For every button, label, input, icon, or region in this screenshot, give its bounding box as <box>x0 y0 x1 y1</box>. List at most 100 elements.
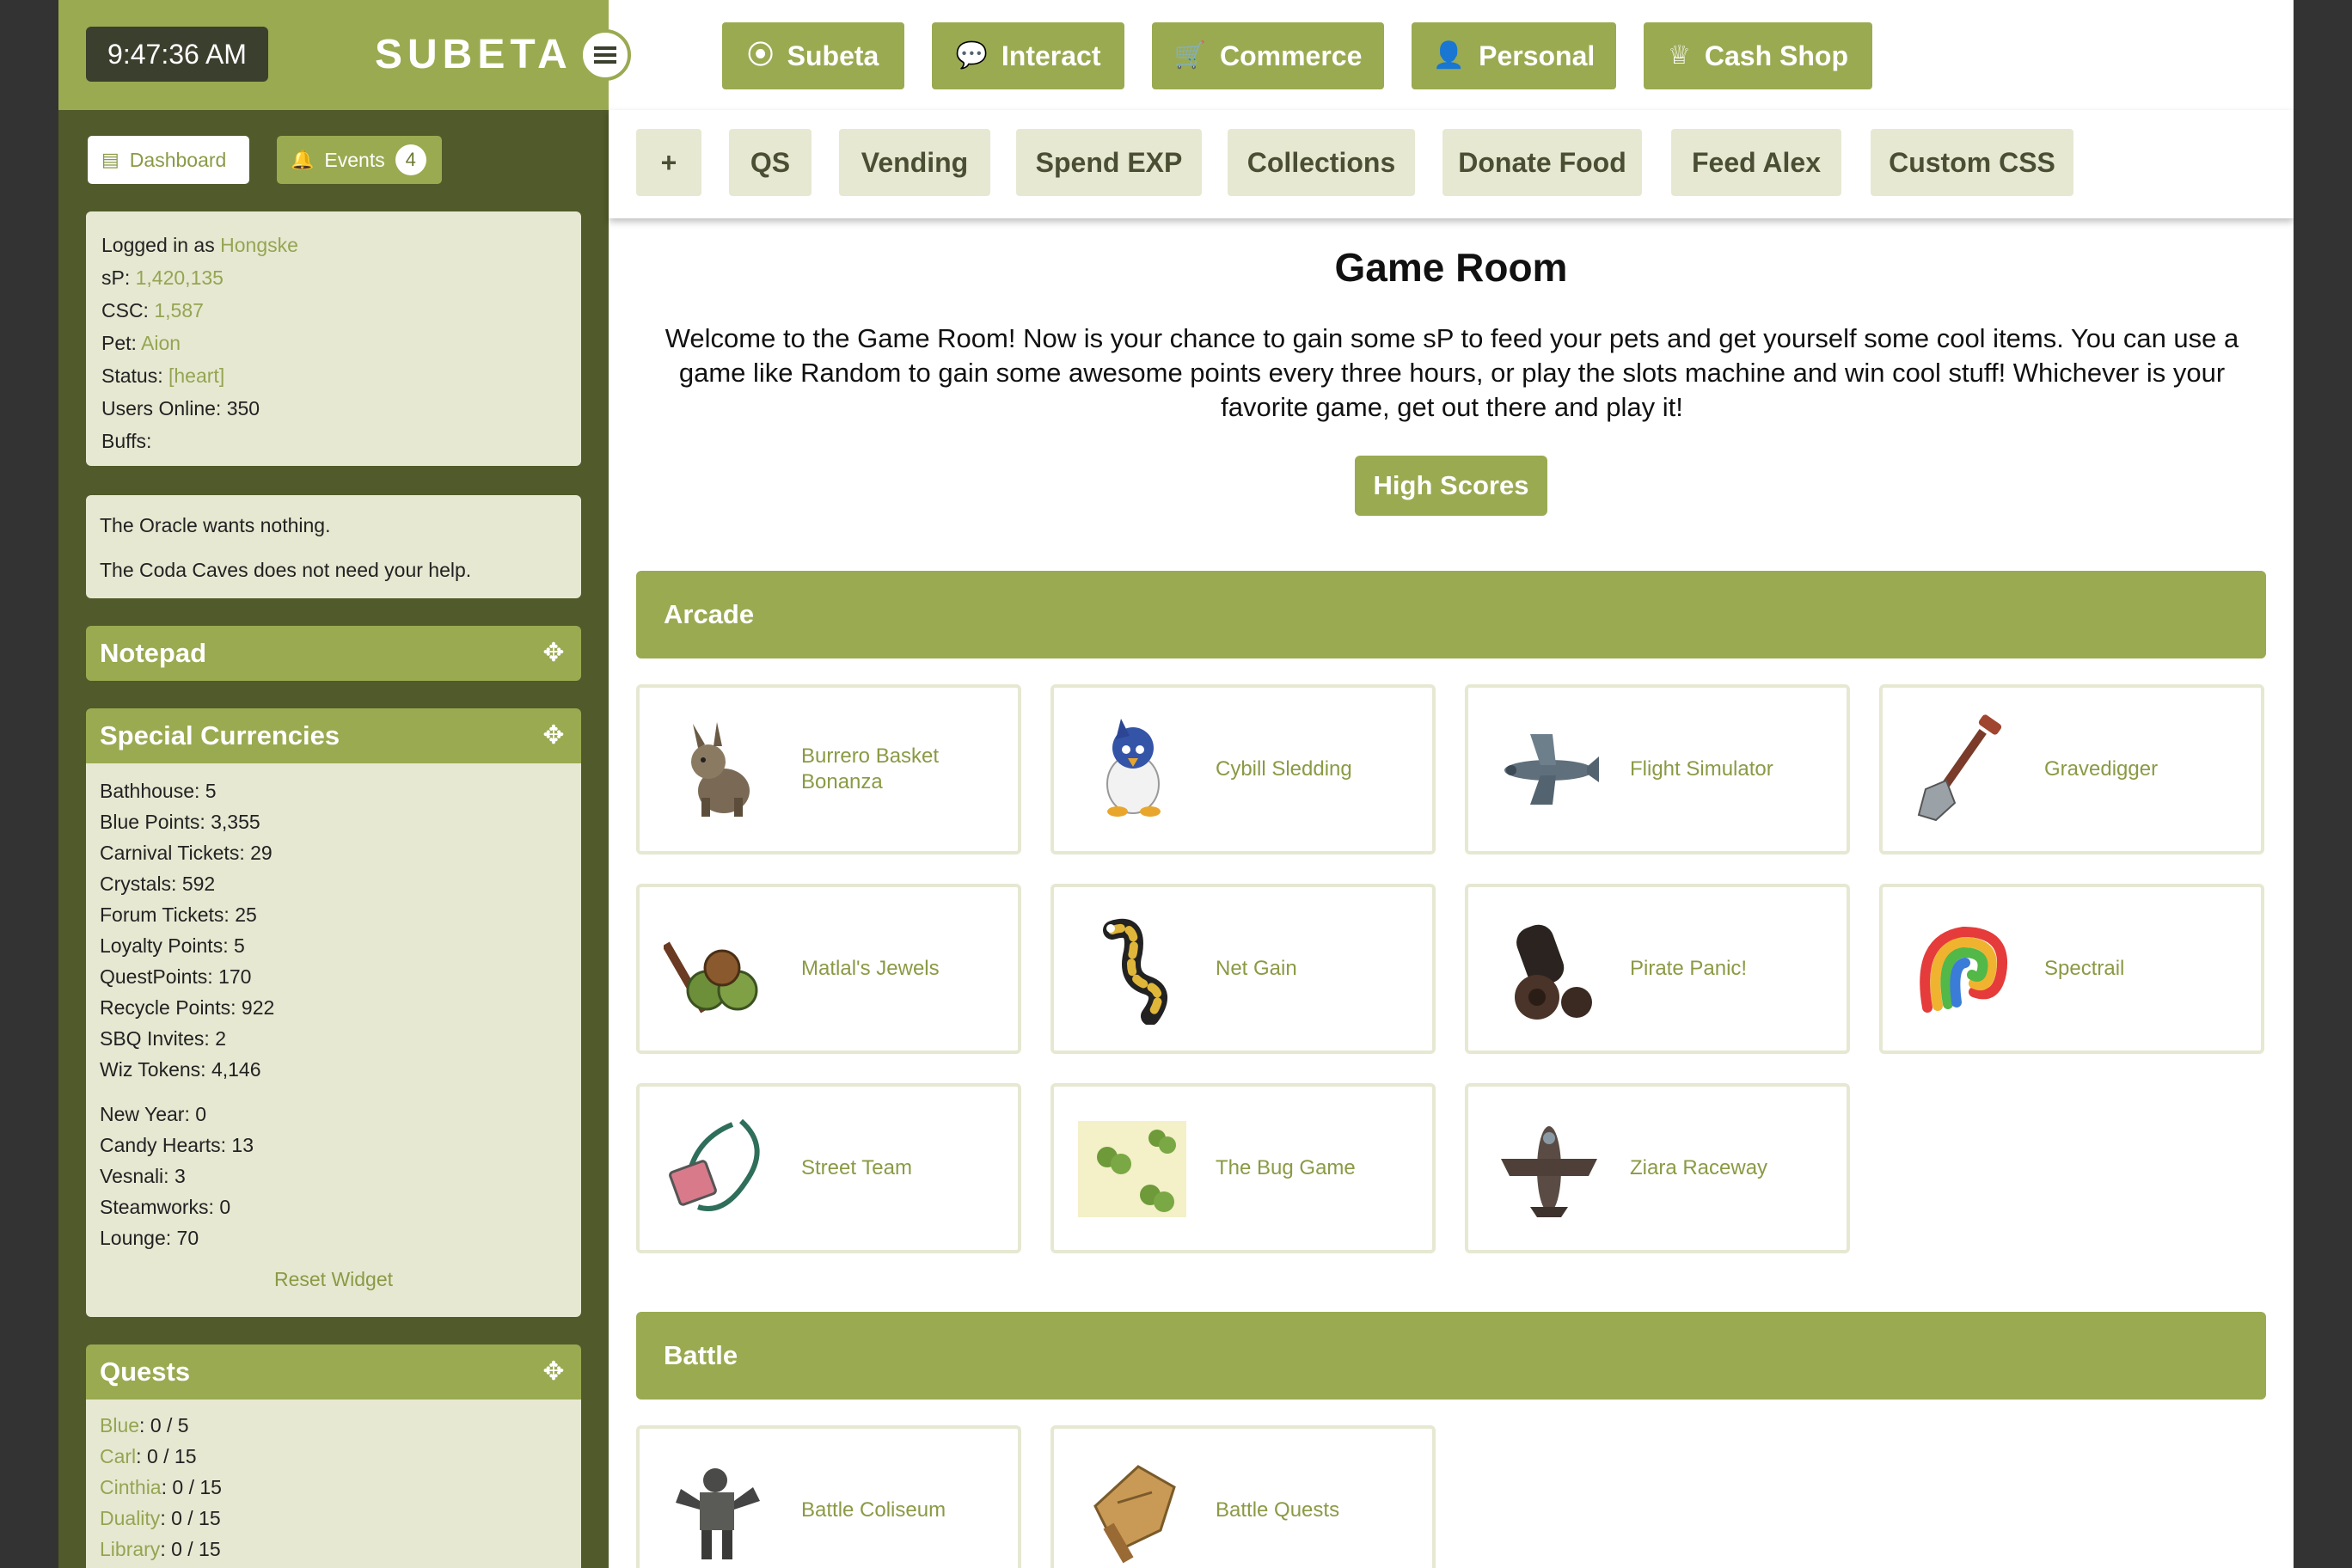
game-name: Burrero Basket Bonanza <box>801 744 940 793</box>
game-card[interactable]: Battle Quests <box>1050 1425 1436 1568</box>
page-frame: 9:47:36 AM SUBETA ▤ Dashboard 🔔 Events 4… <box>58 0 2294 1568</box>
chat-bubbles-icon: 💬 <box>955 41 988 70</box>
currency-item: Bathhouse: 5 <box>100 780 217 802</box>
logged-in-label: Logged in as <box>101 234 215 256</box>
bell-icon: 🔔 <box>291 149 315 170</box>
game-name: Street Team <box>801 1156 912 1179</box>
pet-label: Pet: <box>101 332 137 354</box>
game-name: Battle Quests <box>1216 1498 1340 1522</box>
move-icon[interactable]: ✥ <box>540 1358 567 1386</box>
caterpillar-icon <box>1103 918 1167 1025</box>
nav-cash-shop[interactable]: ♕ Cash Shop <box>1644 22 1872 89</box>
nav-interact[interactable]: 💬 Interact <box>932 22 1124 89</box>
game-card[interactable]: The Bug Game <box>1050 1083 1436 1253</box>
game-name: Pirate Panic! <box>1630 957 1748 980</box>
currencies-title: Special Currencies <box>100 720 340 750</box>
quest-link[interactable]: Blue <box>100 1414 139 1436</box>
quest-link[interactable]: Cinthia <box>100 1476 162 1498</box>
currency-item: SBQ Invites: 2 <box>100 1027 227 1050</box>
game-name: Spectrail <box>2044 957 2125 980</box>
game-name: Flight Simulator <box>1630 757 1773 781</box>
game-card[interactable]: Flight Simulator <box>1465 684 1850 854</box>
menu-toggle-button[interactable] <box>579 29 631 81</box>
shovel-icon <box>1917 714 2002 822</box>
move-icon[interactable]: ✥ <box>540 722 567 750</box>
game-name: Cybill Sledding <box>1216 757 1352 781</box>
section-header-arcade: Arcade <box>636 571 2266 658</box>
game-card[interactable]: Cybill Sledding <box>1050 684 1436 854</box>
nav-label: Cash Shop <box>1704 40 1849 71</box>
game-card[interactable]: Battle Coliseum <box>636 1425 1021 1568</box>
game-card[interactable]: Street Team <box>636 1083 1021 1253</box>
pet-link[interactable]: Aion <box>141 332 181 354</box>
game-card[interactable]: Spectrail <box>1879 884 2264 1054</box>
oracle-card: The Oracle wants nothing. The Coda Caves… <box>86 495 581 598</box>
nav-commerce[interactable]: 🛒 Commerce <box>1152 22 1384 89</box>
quest-item: Carl: 0 / 15 <box>100 1441 567 1472</box>
move-icon[interactable]: ✥ <box>540 640 567 667</box>
currencies-widget-header[interactable]: Special Currencies ✥ <box>86 708 581 763</box>
status-value[interactable]: [heart] <box>168 364 224 387</box>
quick-link-feed-alex[interactable]: Feed Alex <box>1671 129 1841 196</box>
quest-item: Library: 0 / 15 <box>100 1534 567 1565</box>
quest-link[interactable]: Library <box>100 1538 160 1560</box>
game-name: Ziara Raceway <box>1630 1156 1768 1179</box>
nav-subeta[interactable]: ⦿ Subeta <box>722 22 904 89</box>
donkey-icon <box>691 722 750 817</box>
game-card[interactable]: Ziara Raceway <box>1465 1083 1850 1253</box>
bugs-icon <box>1078 1121 1186 1217</box>
currency-item: QuestPoints: 170 <box>100 965 252 988</box>
event-currency-item: Steamworks: 0 <box>100 1196 231 1218</box>
quest-link[interactable]: Duality <box>100 1507 160 1529</box>
high-scores-button[interactable]: High Scores <box>1355 456 1547 516</box>
game-card[interactable]: Pirate Panic! <box>1465 884 1850 1054</box>
quest-progress: : 0 / 5 <box>139 1414 189 1436</box>
currency-item: Blue Points: 3,355 <box>100 811 260 833</box>
currency-item: Crystals: 592 <box>100 873 216 895</box>
buffs-line: Buffs: <box>101 430 152 452</box>
logged-in-line: Logged in as Hongske <box>101 229 566 261</box>
username-link[interactable]: Hongske <box>220 234 298 256</box>
hamburger-icon <box>594 46 616 64</box>
quest-progress: : 0 / 15 <box>160 1538 221 1560</box>
quick-link-custom-css[interactable]: Custom CSS <box>1871 129 2073 196</box>
quick-link-qs[interactable]: QS <box>729 129 812 196</box>
event-currency-item: Lounge: 70 <box>100 1227 199 1249</box>
currency-item: Forum Tickets: 25 <box>100 903 257 926</box>
brand-bar: 9:47:36 AM SUBETA <box>58 0 609 110</box>
events-button[interactable]: 🔔 Events 4 <box>277 136 442 184</box>
quests-widget-header[interactable]: Quests ✥ <box>86 1344 581 1400</box>
quick-link-collections[interactable]: Collections <box>1228 129 1415 196</box>
reset-widget-link[interactable]: Reset Widget <box>100 1264 567 1295</box>
quick-link-vending[interactable]: Vending <box>839 129 990 196</box>
currency-item: Recycle Points: 922 <box>100 996 275 1019</box>
quest-progress: : 0 / 15 <box>161 1476 222 1498</box>
dashboard-button[interactable]: ▤ Dashboard <box>88 136 249 184</box>
game-name: The Bug Game <box>1216 1156 1356 1179</box>
rainbow-icon <box>1920 926 2007 1013</box>
events-label: Events <box>324 149 385 171</box>
quick-link-donate-food[interactable]: Donate Food <box>1442 129 1642 196</box>
event-currency-item: Vesnali: 3 <box>100 1165 186 1187</box>
nav-personal[interactable]: 👤 Personal <box>1412 22 1616 89</box>
notepad-widget-header[interactable]: Notepad ✥ <box>86 626 581 681</box>
game-card[interactable]: Burrero Basket Bonanza <box>636 684 1021 854</box>
map-scroll-icon <box>1093 1465 1176 1564</box>
quest-link[interactable]: Carl <box>100 1445 136 1467</box>
penguin-icon <box>1106 719 1161 817</box>
game-card[interactable]: Gravedigger <box>1879 684 2264 854</box>
csc-value[interactable]: 1,587 <box>154 299 204 322</box>
game-card[interactable]: Net Gain <box>1050 884 1436 1054</box>
oracle-status: The Oracle wants nothing. <box>100 514 331 536</box>
quick-link-spend-exp[interactable]: Spend EXP <box>1016 129 1202 196</box>
robot-warrior-icon <box>676 1468 760 1559</box>
game-card[interactable]: Matlal's Jewels <box>636 884 1021 1054</box>
nav-label: Subeta <box>787 40 879 71</box>
sp-value[interactable]: 1,420,135 <box>136 266 224 289</box>
top-nav: ⦿ Subeta 💬 Interact 🛒 Commerce 👤 Persona… <box>609 0 2294 110</box>
notepad-title: Notepad <box>100 638 206 668</box>
currencies-widget-body: Bathhouse: 5 Blue Points: 3,355 Carnival… <box>86 763 581 1317</box>
add-quick-link-button[interactable]: + <box>636 129 701 196</box>
site-logo[interactable]: SUBETA <box>375 28 573 83</box>
currency-item: Loyalty Points: 5 <box>100 934 245 957</box>
